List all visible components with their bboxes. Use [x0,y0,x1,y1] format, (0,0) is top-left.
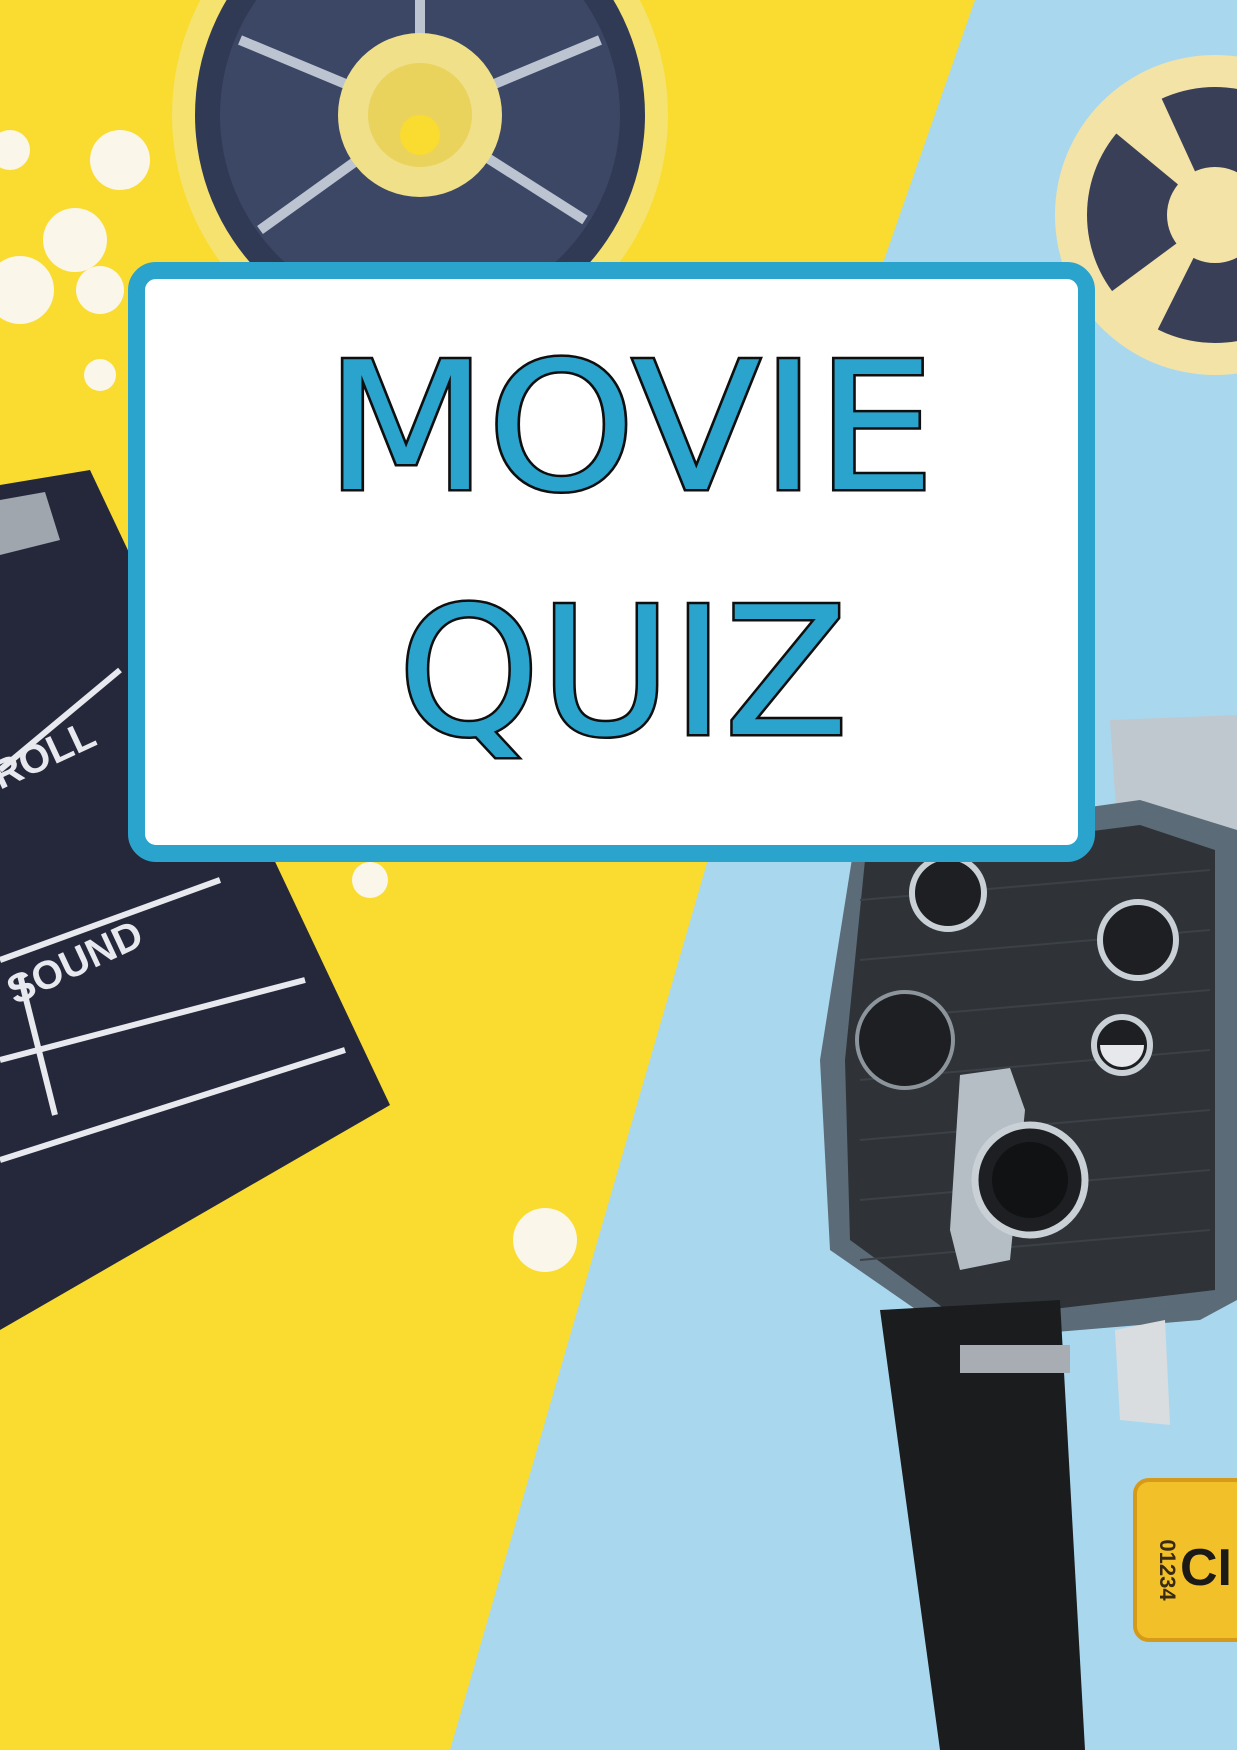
ticket-text: CI [1180,1539,1232,1597]
title-line-1: MOVIE [325,324,935,531]
title-graphic: MOVIE QUIZ [323,322,938,779]
ticket-number: 01234 [1155,1539,1180,1601]
title-card: MOVIE QUIZ [128,262,1095,862]
ticket-icon: 01234 CI [1133,1478,1237,1642]
title-line-2: QUIZ [398,569,848,776]
